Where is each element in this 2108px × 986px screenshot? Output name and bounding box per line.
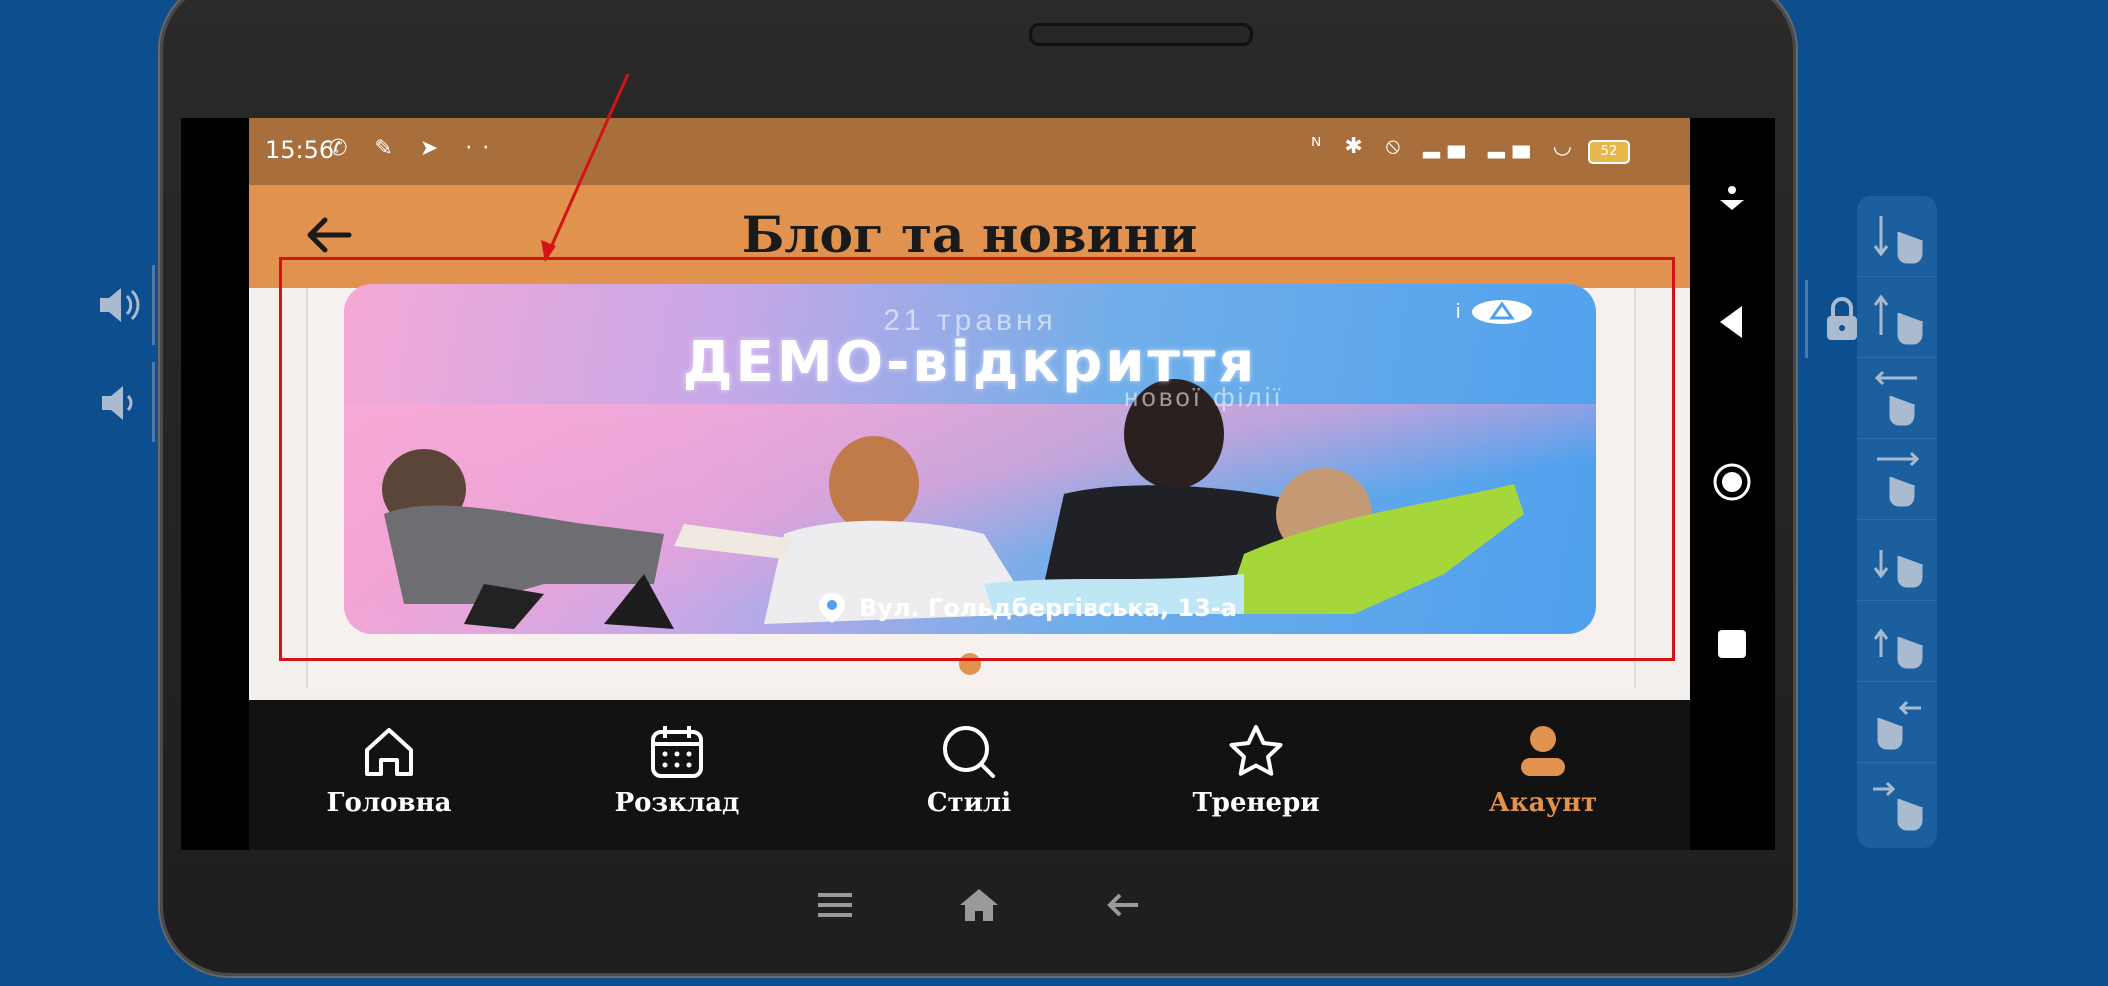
nav-item-styles[interactable]: Стилі xyxy=(869,722,1069,818)
home-circle-icon[interactable] xyxy=(1710,460,1754,504)
page-title: Блог та новини xyxy=(741,205,1198,264)
back-triangle-icon[interactable] xyxy=(1710,300,1754,344)
nav-item-schedule[interactable]: Розклад xyxy=(577,722,777,818)
nav-item-trainers[interactable]: Тренери xyxy=(1156,722,1356,818)
nav-label: Розклад xyxy=(614,788,740,818)
star-icon xyxy=(1229,725,1283,776)
volume-divider xyxy=(152,362,155,442)
swipe-right-icon[interactable] xyxy=(1857,439,1937,520)
nav-label: Акаунт xyxy=(1488,788,1598,818)
bottom-navigation: Головна Розклад Стилі Тренери Акаунт xyxy=(249,700,1690,850)
lock-icon[interactable] xyxy=(1822,294,1862,344)
volume-up-icon[interactable] xyxy=(94,280,144,330)
nav-label: Тренери xyxy=(1192,788,1320,818)
swipe-up-icon[interactable] xyxy=(1857,277,1937,358)
volume-down-icon[interactable] xyxy=(94,378,144,428)
swipe-down-icon[interactable] xyxy=(1857,196,1937,277)
person-icon xyxy=(1521,726,1565,776)
notification-icons: ✆ ✎ ➤ ·· xyxy=(329,136,500,161)
battery-icon: 52 xyxy=(1588,140,1630,164)
scroll-down-icon[interactable] xyxy=(1857,520,1937,601)
menu-icon[interactable] xyxy=(810,885,860,925)
recents-square-icon[interactable] xyxy=(1710,622,1754,666)
status-time: 15:56 xyxy=(265,136,335,164)
home-icon xyxy=(365,728,413,776)
calendar-icon xyxy=(651,726,703,778)
scroll-up-icon[interactable] xyxy=(1857,601,1937,682)
gesture-panel xyxy=(1857,196,1937,848)
annotation-highlight-box xyxy=(279,257,1675,661)
volume-divider xyxy=(152,265,155,345)
system-status-icons: ᴺ ✱ ⦸ ▂▄ ▂▄ ◡ xyxy=(1311,134,1580,159)
swipe-left-icon[interactable] xyxy=(1857,358,1937,439)
lock-divider xyxy=(1805,280,1808,358)
notification-pull-icon[interactable] xyxy=(1710,178,1754,222)
nav-item-home[interactable]: Головна xyxy=(289,722,489,818)
system-navigation-bar xyxy=(1690,118,1775,850)
nav-item-account[interactable]: Акаунт xyxy=(1443,722,1643,818)
earpiece-speaker xyxy=(1029,23,1253,46)
search-icon xyxy=(943,726,995,778)
home-icon[interactable] xyxy=(954,885,1004,925)
scroll-right-icon[interactable] xyxy=(1857,763,1937,843)
status-bar: 15:56 ✆ ✎ ➤ ·· ᴺ ✱ ⦸ ▂▄ ▂▄ ◡ 52 xyxy=(249,118,1690,185)
scroll-left-icon[interactable] xyxy=(1857,682,1937,763)
nav-label: Стилі xyxy=(926,788,1012,818)
nav-label: Головна xyxy=(326,788,452,818)
back-icon[interactable] xyxy=(1098,885,1148,925)
